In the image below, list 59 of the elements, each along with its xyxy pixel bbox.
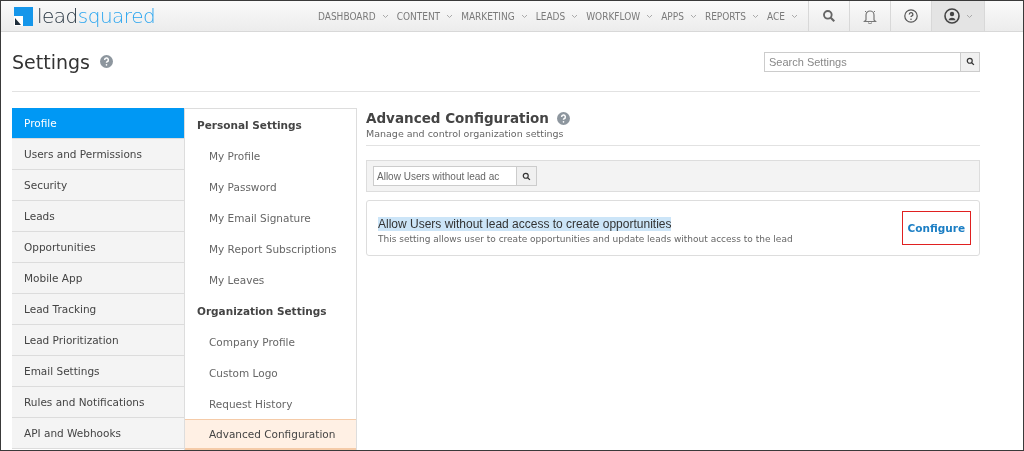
filter-box[interactable]: Allow Users without lead ac [373,166,537,186]
configure-link[interactable]: Configure [901,211,971,245]
logo-text: leadsquared [37,6,156,26]
chevron-icon [791,13,798,19]
menu-heading: Personal Settings [196,117,303,133]
section-subtitle: Manage and control organization settings [366,128,980,146]
sidebar-item[interactable]: Rules and Notifications [12,387,184,418]
menu-item[interactable]: Custom Logo [185,357,356,388]
nav-menu-item[interactable]: REPORTS [704,10,760,22]
menu-item[interactable]: My Email Signature [185,202,356,233]
sidebar-item[interactable]: Leads [12,201,184,232]
sidebar-item[interactable]: Mobile App [12,263,184,294]
sidebar-item[interactable]: Security [12,170,184,201]
menu-item[interactable]: My Profile [185,140,356,171]
page-title: Settings [12,50,90,73]
menu-item[interactable]: Request History [185,388,356,419]
chevron-icon [752,13,760,19]
nav-menu-item[interactable]: LEADS [535,10,579,22]
chevron-icon [571,13,579,19]
user-icon [943,8,960,24]
search-button[interactable] [516,167,536,185]
search-box[interactable]: Search Settings [764,51,980,72]
nav-menu-item[interactable]: ACE [767,10,798,22]
search-icon [822,9,836,23]
menu-item[interactable]: My Password [185,171,356,202]
nav-menu-item[interactable]: APPS [661,10,697,22]
nav-menu-item[interactable]: MARKETING [461,10,528,22]
chevron-icon [689,13,697,19]
help-icon [99,55,113,68]
setting-title: Allow Users without lead access to create opportunities [378,216,672,231]
chevron-icon [520,13,528,19]
bell-icon [863,8,877,24]
section-title: Advanced Configuration [366,110,549,126]
menu-item[interactable]: My Report Subscriptions [185,233,356,264]
chevron-icon [446,13,454,19]
logo-icon [14,6,33,26]
sidebar-item[interactable]: Email Settings [12,356,184,387]
help-icon [556,111,570,125]
sidebar-item[interactable]: Opportunities [12,232,184,263]
chevron-icon [965,13,973,19]
sidebar-item[interactable]: Lead Prioritization [12,325,184,356]
sidebar-item[interactable]: Lead Tracking [12,294,184,325]
menu-item[interactable]: Company Profile [185,326,356,357]
sidebar-item[interactable]: Users and Permissions [12,139,184,170]
search-icon [522,171,531,181]
nav-menu-item[interactable]: WORKFLOW [586,10,654,22]
chevron-icon [646,13,654,19]
menu-heading: Organization Settings [196,303,328,319]
search-icon [965,57,975,66]
menu-item[interactable]: Advanced Configuration [185,419,356,450]
nav-menu-item[interactable]: CONTENT [396,10,454,22]
menu-item[interactable]: My Leaves [185,264,356,295]
user-menu-button[interactable] [931,1,985,31]
chevron-icon [381,13,389,19]
search-button[interactable] [960,52,979,71]
nav-menu-item[interactable]: DASHBOARD [318,10,389,22]
help-icon [904,9,918,23]
setting-description: This setting allows user to create opportunities and update leads without access to the lead [378,233,794,244]
sidebar-item[interactable]: API and Webhooks [12,418,184,449]
